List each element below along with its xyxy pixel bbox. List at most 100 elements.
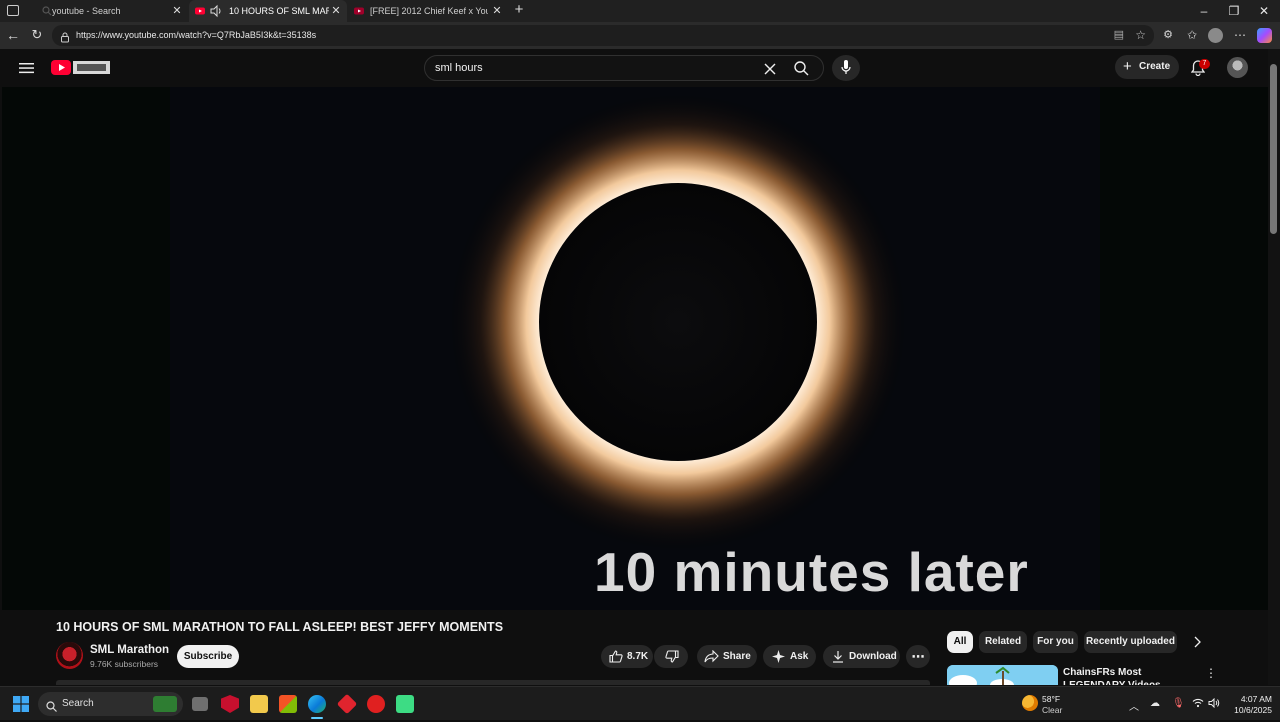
description-box[interactable] [56, 680, 930, 685]
browser-toolbar: ← ↻ https://www.youtube.com/watch?v=Q7Rb… [0, 22, 1280, 49]
extensions-icon[interactable]: ⚙ [1159, 26, 1177, 44]
refresh-icon[interactable]: ↻ [28, 26, 46, 44]
profile-icon[interactable] [1208, 28, 1223, 43]
chip-for-you[interactable]: For you [1033, 631, 1078, 653]
youtube-logo[interactable] [51, 60, 111, 80]
recommendation-thumbnail[interactable] [947, 665, 1058, 685]
create-label: Create [1139, 61, 1171, 72]
more-options-icon[interactable]: ⋯ [1231, 26, 1249, 44]
back-icon[interactable]: ← [4, 26, 22, 44]
share-icon [704, 650, 719, 663]
tab-title: 10 HOURS OF SML MARATH [229, 6, 329, 16]
video-title: 10 HOURS OF SML MARATHON TO FALL ASLEEP!… [56, 620, 504, 634]
lock-icon [60, 30, 70, 51]
file-explorer-icon[interactable] [250, 695, 268, 713]
tab-title: youtube - Search [52, 6, 121, 16]
tab-youtube-search[interactable]: youtube - Search ✕ [28, 0, 188, 22]
channel-avatar[interactable] [56, 642, 83, 669]
favorite-star-icon[interactable]: ☆ [1135, 25, 1146, 46]
reader-view-icon[interactable]: ▤ [1114, 25, 1124, 46]
video-player[interactable]: 10 minutes later [2, 87, 1268, 610]
like-button[interactable]: 8.7K [601, 645, 653, 668]
windows-taskbar: Search 58°F Clear ︿ ☁ 🎙︎ 4:07 AM 10/6/20… [0, 686, 1280, 720]
close-tab-icon[interactable]: ✕ [329, 4, 343, 18]
copilot-icon[interactable] [1257, 28, 1272, 43]
video-overlay-caption: 10 minutes later [594, 541, 1029, 603]
sparkle-icon [772, 650, 785, 663]
browser-tab-strip: youtube - Search ✕ 10 HOURS OF SML MARAT… [0, 0, 1280, 22]
system-clock[interactable]: 4:07 AM 10/6/2025 [1224, 694, 1272, 716]
speaker-audio-icon[interactable] [209, 4, 223, 20]
weather-description: Clear [1042, 705, 1063, 715]
subscribe-button[interactable]: Subscribe [177, 645, 239, 668]
tab-actions-icon[interactable] [7, 5, 19, 16]
minimize-icon[interactable]: – [1189, 2, 1219, 20]
weather-temperature: 58°F [1042, 694, 1061, 704]
taskbar-search[interactable]: Search [38, 692, 183, 716]
microsoft-store-icon[interactable] [279, 695, 297, 713]
plus-icon: + [1123, 58, 1132, 75]
search-button-icon[interactable] [794, 61, 809, 85]
thumbs-down-icon [665, 650, 679, 663]
tray-chevron-up-icon[interactable]: ︿ [1129, 698, 1139, 713]
onedrive-cloud-icon[interactable]: ☁ [1150, 698, 1160, 709]
task-view-icon[interactable] [192, 697, 208, 711]
chip-recently-uploaded[interactable]: Recently uploaded [1084, 631, 1177, 653]
menu-icon[interactable] [19, 61, 34, 79]
volume-icon[interactable] [1208, 697, 1220, 711]
ask-button[interactable]: Ask [763, 645, 816, 668]
dislike-button[interactable] [654, 645, 688, 668]
red-circle-app-icon[interactable] [367, 695, 385, 713]
restore-icon[interactable]: ❐ [1219, 2, 1249, 20]
share-button[interactable]: Share [697, 645, 757, 668]
chevron-right-icon[interactable] [1192, 635, 1202, 654]
notification-count-badge: 7 [1199, 59, 1210, 69]
clock-date: 10/6/2025 [1234, 705, 1272, 715]
wifi-icon[interactable] [1192, 698, 1204, 711]
create-button[interactable]: + Create [1115, 55, 1179, 79]
edge-browser-icon[interactable] [308, 695, 326, 713]
subscriber-count: 9.76K subscribers [90, 659, 159, 669]
chip-related[interactable]: Related [979, 631, 1027, 653]
recommendation-title[interactable]: ChainsFRs Most LEGENDARY Videos [1063, 666, 1193, 685]
weather-icon[interactable] [1022, 695, 1038, 711]
search-input[interactable]: sml hours [424, 55, 824, 81]
download-button[interactable]: Download [823, 645, 900, 668]
green-app-icon[interactable] [396, 695, 414, 713]
eclipse-moon [539, 183, 817, 461]
microphone-icon [841, 60, 851, 80]
share-label: Share [723, 651, 751, 662]
clear-search-icon[interactable] [763, 61, 777, 85]
address-bar[interactable]: https://www.youtube.com/watch?v=Q7RbJaB5… [52, 25, 1154, 46]
tab-chief-keef[interactable]: [FREE] 2012 Chief Keef x Young C ✕ [348, 0, 508, 22]
tab-title: [FREE] 2012 Chief Keef x Young C [370, 6, 488, 16]
close-window-icon[interactable]: ✕ [1249, 2, 1279, 20]
red-diamond-app-icon[interactable] [336, 693, 358, 715]
youtube-favicon-icon [354, 6, 364, 16]
new-tab-icon[interactable]: + [512, 2, 526, 18]
close-tab-icon[interactable]: ✕ [170, 4, 184, 18]
thumbnail-image [947, 665, 1058, 685]
microphone-tray-icon[interactable]: 🎙︎ [1172, 698, 1185, 709]
recommendation-menu-icon[interactable]: ⋮ [1205, 666, 1217, 680]
chip-all[interactable]: All [947, 631, 973, 653]
download-label: Download [849, 651, 897, 662]
voice-search-button[interactable] [832, 55, 860, 81]
search-icon [42, 6, 52, 16]
url-text: https://www.youtube.com/watch?v=Q7RbJaB5… [76, 30, 317, 40]
windows-start-icon[interactable] [13, 696, 29, 717]
close-tab-icon[interactable]: ✕ [490, 4, 504, 18]
search-query: sml hours [435, 62, 483, 74]
youtube-favicon-icon [195, 6, 205, 16]
more-actions-button[interactable]: ⋯ [906, 645, 930, 668]
favorites-icon[interactable]: ✩ [1183, 26, 1201, 44]
youtube-masthead: sml hours + Create [0, 49, 1268, 87]
channel-name[interactable]: SML Marathon [90, 644, 169, 656]
tab-sml-marathon[interactable]: 10 HOURS OF SML MARATH ✕ [189, 0, 347, 22]
more-horizontal-icon: ⋯ [911, 649, 925, 664]
active-app-indicator [311, 717, 323, 719]
search-icon [46, 698, 57, 722]
scrollbar-thumb[interactable] [1270, 64, 1277, 234]
account-avatar[interactable] [1227, 57, 1248, 78]
mcafee-icon[interactable] [221, 695, 239, 713]
